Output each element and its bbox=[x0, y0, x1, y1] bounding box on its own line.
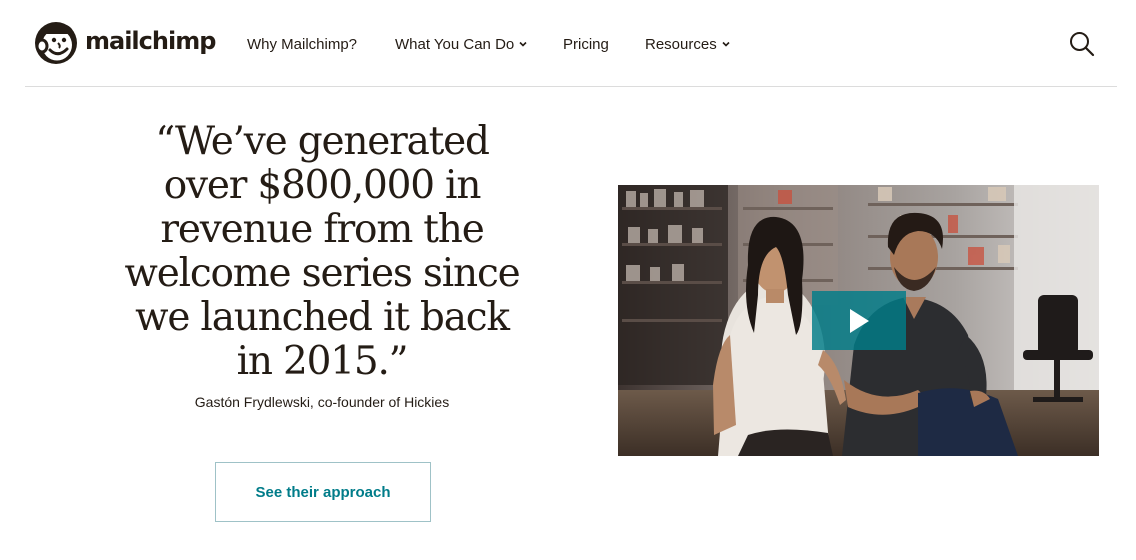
quote-line: we launched it back bbox=[135, 295, 510, 340]
chevron-down-icon bbox=[519, 41, 527, 47]
quote-line: “We’ve generated bbox=[155, 119, 490, 164]
mailchimp-logo[interactable]: mailchimp bbox=[32, 16, 216, 66]
nav-why-mailchimp[interactable]: Why Mailchimp? bbox=[247, 36, 357, 53]
see-their-approach-button[interactable]: See their approach bbox=[215, 462, 431, 522]
search-button[interactable] bbox=[1068, 30, 1096, 58]
nav-resources[interactable]: Resources bbox=[645, 36, 730, 53]
play-button[interactable] bbox=[812, 291, 906, 350]
quote-line: revenue from the bbox=[160, 207, 484, 252]
nav-label: What You Can Do bbox=[395, 36, 515, 53]
testimonial-video[interactable] bbox=[618, 185, 1099, 456]
logo-wordmark: mailchimp bbox=[85, 27, 216, 55]
nav-label: Pricing bbox=[563, 36, 609, 53]
play-icon bbox=[850, 308, 869, 333]
quote-line: over $800,000 in bbox=[163, 163, 482, 208]
quote-line: welcome series since bbox=[124, 251, 521, 296]
freddie-logo-icon bbox=[35, 22, 77, 64]
testimonial-attribution: Gastón Frydlewski, co-founder of Hickies bbox=[194, 394, 450, 410]
chevron-down-icon bbox=[722, 41, 730, 47]
nav-label: Why Mailchimp? bbox=[247, 36, 358, 53]
site-header: mailchimp Why Mailchimp? What You Can Do… bbox=[0, 0, 1136, 86]
header-divider bbox=[25, 86, 1117, 87]
nav-what-you-can-do[interactable]: What You Can Do bbox=[395, 36, 527, 53]
search-icon bbox=[1070, 32, 1095, 57]
nav-label: Resources bbox=[645, 36, 717, 53]
testimonial-quote: “We’ve generated over $800,000 in revenu… bbox=[110, 120, 534, 384]
quote-line: in 2015.” bbox=[236, 339, 409, 384]
nav-pricing[interactable]: Pricing bbox=[563, 36, 609, 53]
